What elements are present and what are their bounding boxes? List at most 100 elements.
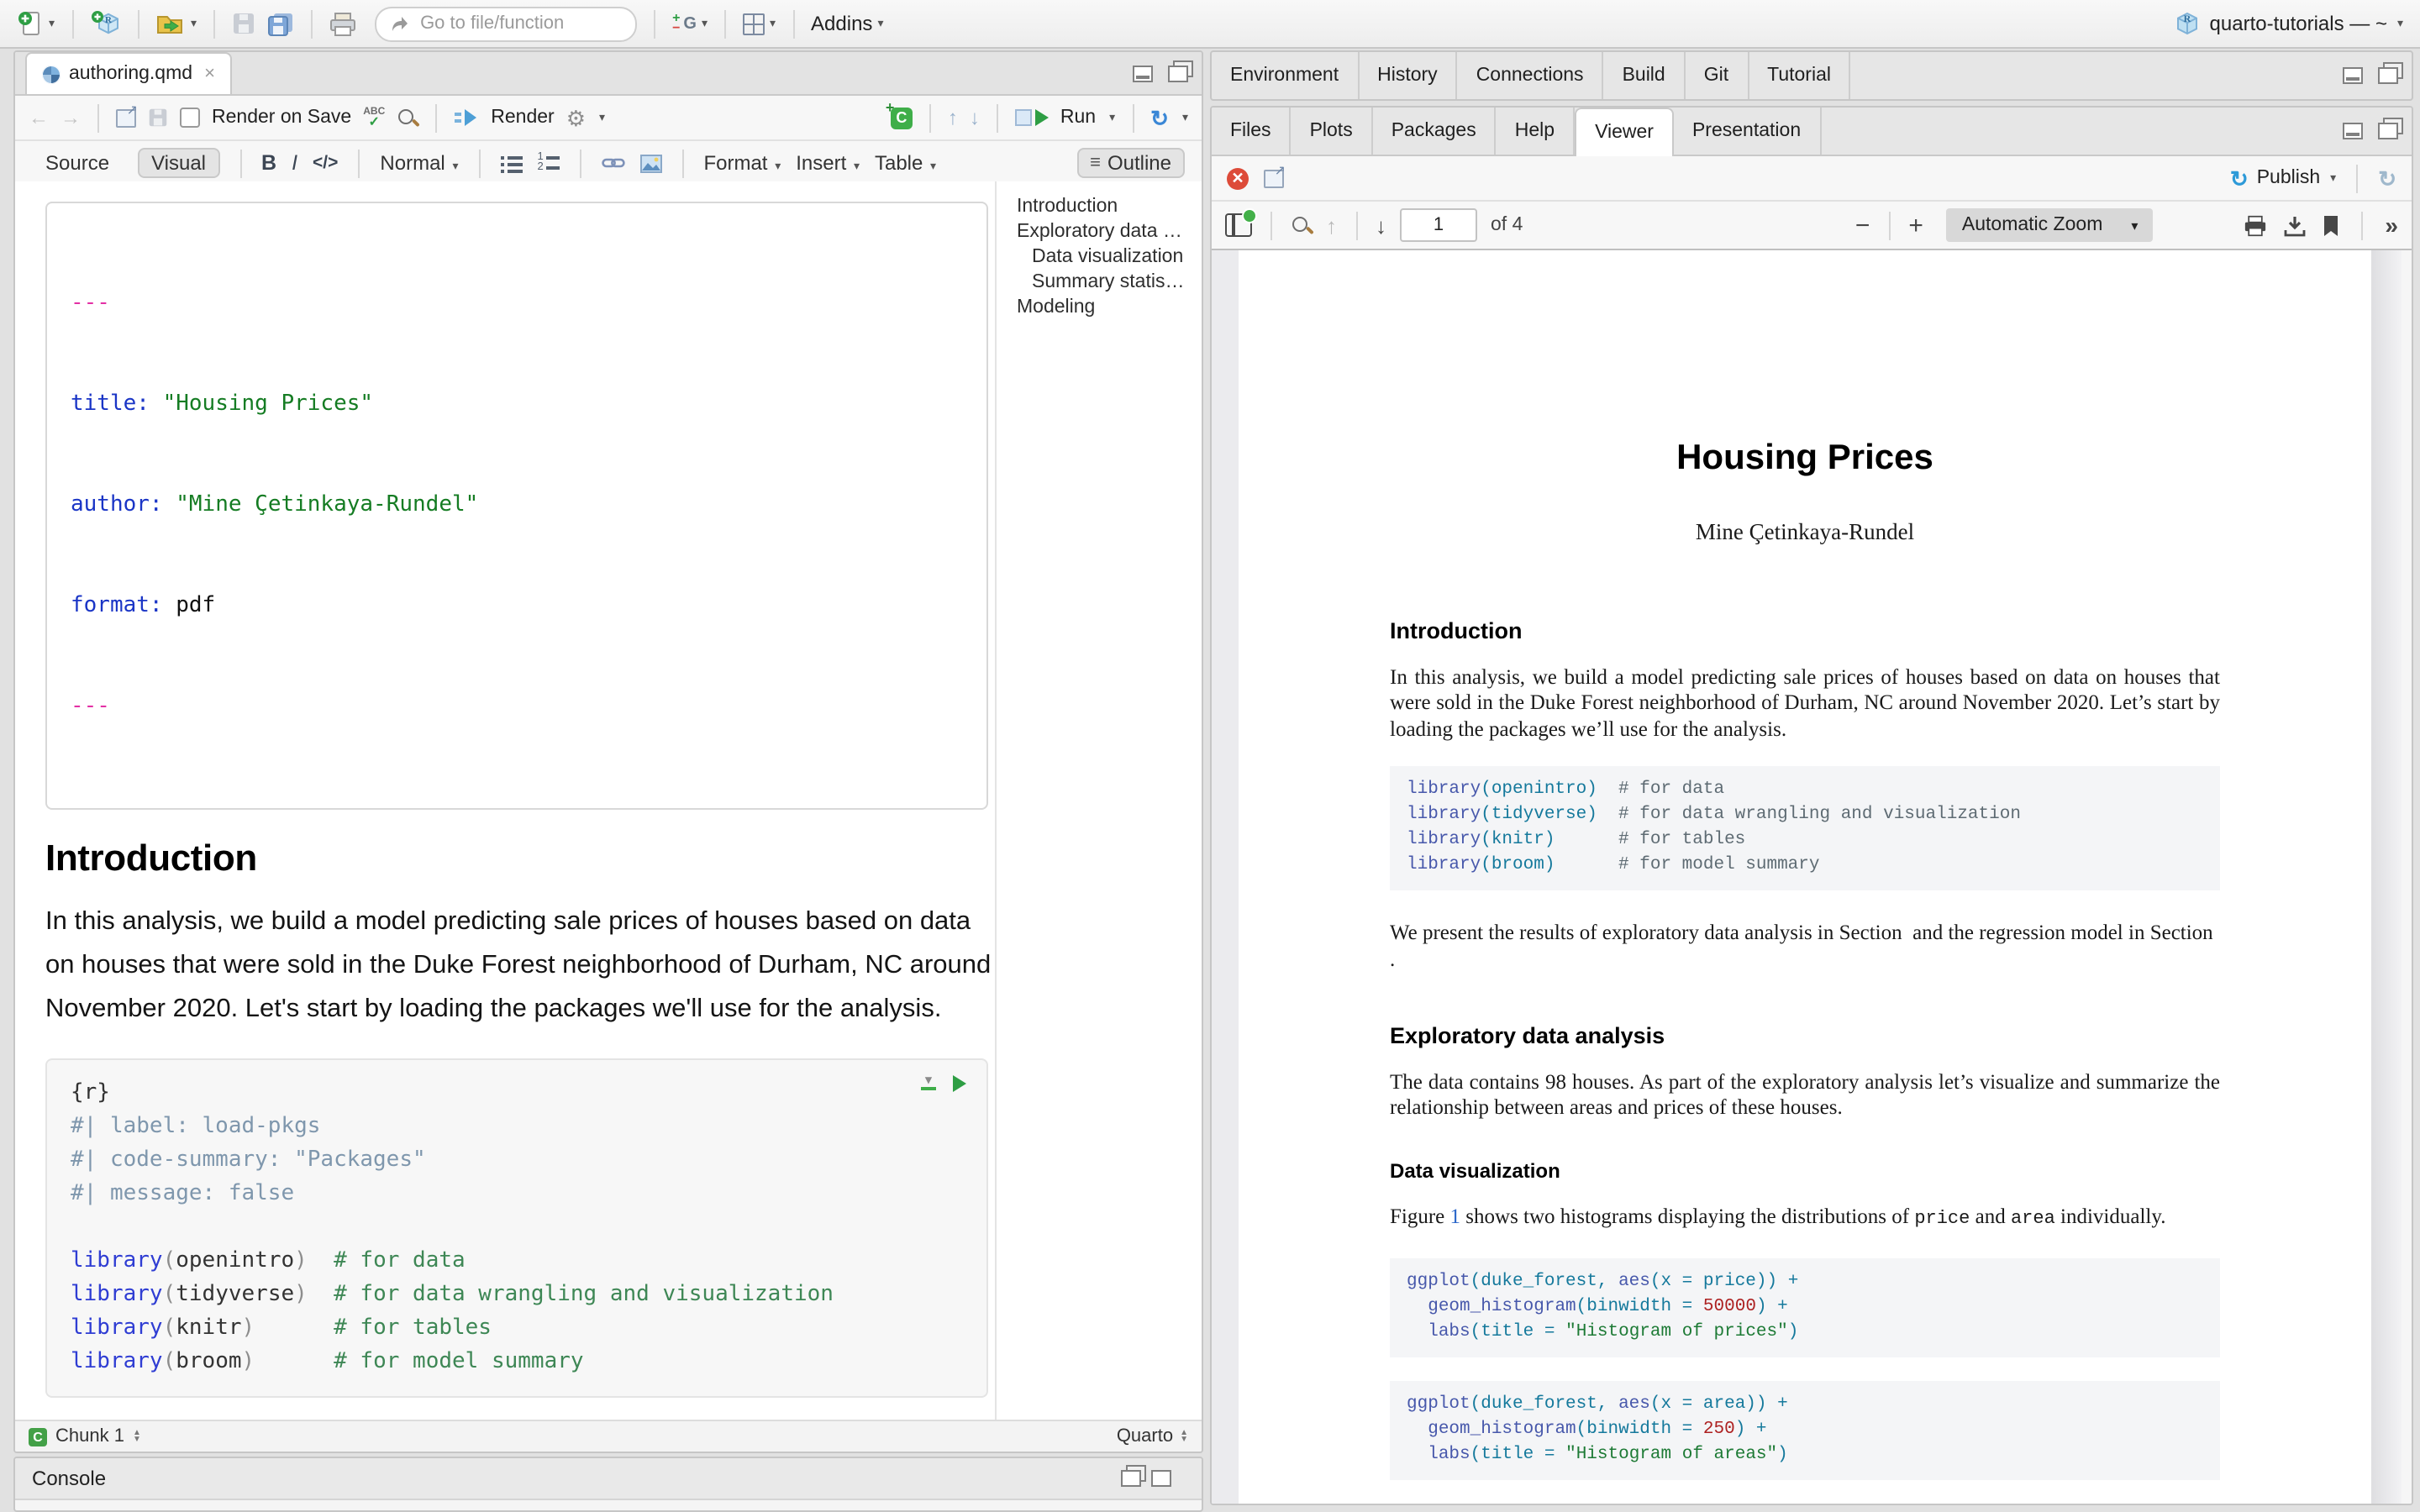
workspace-panes-button[interactable]: ▾ <box>743 13 776 34</box>
goto-file-input[interactable] <box>417 12 622 35</box>
tab-authoring-qmd[interactable]: authoring.qmd × <box>25 52 232 94</box>
tab-files[interactable]: Files <box>1212 108 1292 155</box>
table-menu[interactable]: Table ▾ <box>875 151 936 175</box>
stop-viewer-icon[interactable]: ✕ <box>1227 167 1249 189</box>
insert-menu[interactable]: Insert ▾ <box>796 151 860 175</box>
render-button[interactable]: Render <box>491 108 554 128</box>
image-icon[interactable] <box>639 154 661 172</box>
code-button[interactable]: </> <box>313 153 338 173</box>
tab-history[interactable]: History <box>1359 52 1458 99</box>
run-play-icon[interactable] <box>1035 109 1049 126</box>
publish-button[interactable]: ↻ Publish ▾ <box>2230 167 2336 189</box>
source-mode-button[interactable]: Source <box>32 148 123 178</box>
pdf-right-edge <box>2402 250 2412 1504</box>
outline-toggle-button[interactable]: ≡ Outline <box>1076 148 1185 178</box>
run-chunk-icon[interactable] <box>953 1075 966 1092</box>
pdf-viewport[interactable]: Housing Prices Mine Çetinkaya-Rundel Int… <box>1212 250 2412 1504</box>
tab-viewer[interactable]: Viewer <box>1575 108 1674 156</box>
pdf-more-tools-icon[interactable]: » <box>2385 212 2398 239</box>
tab-build[interactable]: Build <box>1604 52 1686 99</box>
visual-mode-button[interactable]: Visual <box>138 148 219 178</box>
minimize-pane-icon[interactable] <box>2343 67 2363 84</box>
maximize-pane-icon[interactable] <box>2378 123 2398 139</box>
maximize-pane-icon[interactable] <box>1168 65 1188 81</box>
bullet-list-icon[interactable] <box>500 155 522 171</box>
outline-item-introduction[interactable]: Introduction <box>1017 195 1202 220</box>
tab-packages[interactable]: Packages <box>1373 108 1497 155</box>
forward-icon[interactable]: → <box>60 106 81 129</box>
console-header[interactable]: Console <box>15 1458 1202 1500</box>
tab-connections[interactable]: Connections <box>1458 52 1604 99</box>
refresh-viewer-icon[interactable]: ↻ <box>2378 167 2396 189</box>
run-button[interactable]: Run <box>1060 108 1096 128</box>
save-button[interactable] <box>232 12 255 35</box>
pdf-zoom-in-icon[interactable]: + <box>1908 211 1923 239</box>
close-icon[interactable]: × <box>204 64 215 84</box>
paragraph-style-select[interactable]: Normal ▾ <box>380 151 458 175</box>
run-chunks-above-icon[interactable]: ▼ <box>921 1077 936 1090</box>
outline-item-eda[interactable]: Exploratory data … <box>1017 220 1202 245</box>
save-all-button[interactable] <box>267 11 294 36</box>
search-icon[interactable] <box>397 107 418 129</box>
open-in-new-window-icon[interactable] <box>116 108 136 127</box>
chunk-navigator[interactable]: Chunk 1 <box>55 1426 124 1446</box>
outline-item-modeling[interactable]: Modeling <box>1017 296 1202 321</box>
rerun-icon[interactable]: ↻ <box>1150 107 1169 129</box>
go-to-next-chunk-icon[interactable]: ↓ <box>970 106 980 129</box>
tab-tutorial[interactable]: Tutorial <box>1749 52 1851 99</box>
pdf-print-icon[interactable] <box>2244 214 2267 236</box>
outline-item-data-visualization[interactable]: Data visualization <box>1017 245 1202 270</box>
numbered-list-icon[interactable] <box>537 155 559 171</box>
bold-button[interactable]: B <box>261 151 276 175</box>
tab-help[interactable]: Help <box>1497 108 1575 155</box>
pdf-bookmark-icon[interactable] <box>2323 214 2339 236</box>
link-icon[interactable] <box>601 155 624 171</box>
panes-grid-icon <box>743 13 765 34</box>
project-menu[interactable]: R quarto-tutorials — ~ ▾ <box>2173 10 2403 37</box>
r-code-chunk[interactable]: ▼ {r} #| label: load-pkgs #| code-summar… <box>45 1058 988 1398</box>
outline-item-summary-statistics[interactable]: Summary statis… <box>1017 270 1202 296</box>
open-in-new-window-icon[interactable] <box>1264 169 1284 187</box>
minimize-pane-icon[interactable] <box>2343 123 2363 139</box>
goto-file-search[interactable] <box>375 6 637 41</box>
render-on-save-checkbox[interactable] <box>180 108 200 128</box>
restore-pane-icon[interactable] <box>1121 1470 1141 1487</box>
tab-presentation[interactable]: Presentation <box>1674 108 1821 155</box>
pdf-search-icon[interactable] <box>1291 214 1313 236</box>
version-control-button[interactable]: +− G ▾ <box>672 13 708 34</box>
italic-button[interactable]: I <box>292 151 297 175</box>
pdf-zoom-out-icon[interactable]: − <box>1855 211 1870 239</box>
save-icon[interactable] <box>148 108 168 128</box>
render-arrow-icon[interactable] <box>454 108 479 128</box>
pdf-zoom-select[interactable]: Automatic Zoom ▾ <box>1947 208 2154 242</box>
version-control-icon: +− <box>672 13 680 34</box>
chunk-stepper-icon[interactable]: ▲▼ <box>133 1430 141 1443</box>
new-project-button[interactable]: R <box>90 10 120 37</box>
maximize-pane-icon[interactable] <box>2378 67 2398 84</box>
doc-mode[interactable]: Quarto ▲▼ <box>1117 1426 1188 1446</box>
pdf-page-input[interactable] <box>1400 208 1477 242</box>
new-file-button[interactable]: ▾ <box>17 10 55 37</box>
pdf-sidebar-toggle-icon[interactable] <box>1225 213 1252 237</box>
pdf-scrollbar[interactable] <box>2371 250 2402 1504</box>
pdf-code-packages: library(openintro) # for data library(ti… <box>1390 766 2220 890</box>
spellcheck-icon[interactable]: ABC✓ <box>363 108 385 128</box>
tab-plots[interactable]: Plots <box>1292 108 1373 155</box>
maximize-pane-icon[interactable] <box>1151 1470 1171 1487</box>
go-to-previous-chunk-icon[interactable]: ↑ <box>948 106 958 129</box>
pane-buttons <box>1121 1470 1185 1487</box>
print-button[interactable] <box>329 11 356 36</box>
tab-git[interactable]: Git <box>1686 52 1749 99</box>
format-menu[interactable]: Format ▾ <box>703 151 781 175</box>
tab-environment[interactable]: Environment <box>1212 52 1359 99</box>
yaml-metadata-block[interactable]: --- title: "Housing Prices" author: "Min… <box>45 202 988 810</box>
addins-button[interactable]: Addins ▾ <box>811 12 883 35</box>
insert-chunk-icon[interactable]: C <box>891 107 913 129</box>
back-icon[interactable]: ← <box>29 106 49 129</box>
editor-content[interactable]: --- title: "Housing Prices" author: "Min… <box>15 181 1015 1421</box>
pdf-previous-page-icon[interactable]: ↑ <box>1326 213 1337 238</box>
minimize-pane-icon[interactable] <box>1133 65 1153 81</box>
open-file-button[interactable]: ▾ <box>155 12 197 35</box>
pdf-next-page-icon[interactable]: ↓ <box>1376 213 1386 238</box>
gear-icon[interactable]: ⚙ <box>566 107 586 129</box>
